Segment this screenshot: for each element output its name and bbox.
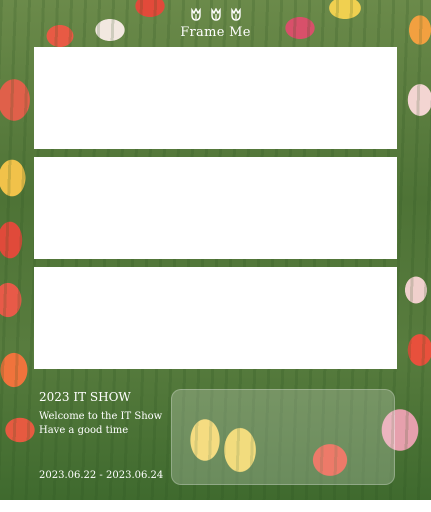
photo-frame-slot-1[interactable] — [34, 47, 397, 149]
tulip-icon — [230, 8, 241, 21]
tulip-icon — [190, 8, 201, 21]
brand-header: Frame Me — [0, 8, 431, 40]
brand-icons — [0, 8, 431, 24]
event-subtitle-text: Have a good time — [39, 425, 129, 436]
event-welcome-text: Welcome to the IT Show — [39, 411, 163, 422]
tulip-icon — [210, 8, 221, 21]
event-dates: 2023.06.22 - 2023.06.24 — [39, 470, 164, 481]
photo-frame-slot-3[interactable] — [34, 267, 397, 369]
glass-card — [171, 389, 395, 485]
event-info: 2023 IT SHOW Welcome to the IT Show Have… — [39, 390, 162, 438]
brand-title[interactable]: Frame Me — [0, 25, 431, 40]
photo-frame-slot-2[interactable] — [34, 157, 397, 259]
background-tulip-field: Frame Me 2023 IT SHOW Welcome to the IT … — [0, 0, 431, 500]
event-title: 2023 IT SHOW — [39, 390, 131, 404]
